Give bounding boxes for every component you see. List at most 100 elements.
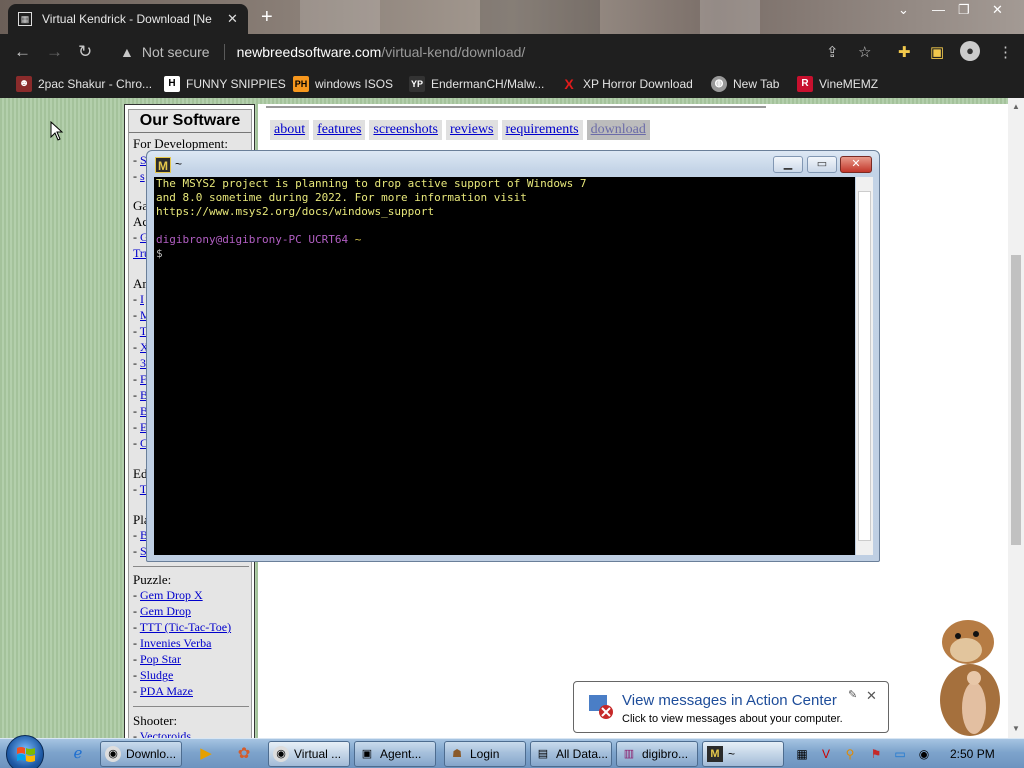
taskbar-clock[interactable]: 2:50 PM (950, 747, 995, 761)
sidebar-link[interactable]: Pop Star (140, 652, 181, 666)
sidebar-link[interactable]: I (140, 292, 144, 306)
new-tab-icon[interactable]: + (261, 6, 273, 29)
bookmark-label: EndermanCH/Malw... (431, 77, 545, 91)
bookmark-item[interactable]: R VineMEMZ (797, 76, 878, 92)
url-omnibox[interactable]: ▲ Not secure newbreedsoftware.com /virtu… (108, 38, 888, 66)
media-player-icon[interactable]: ▶ (196, 744, 216, 764)
tab-search-icon[interactable]: ⌄ (898, 2, 909, 18)
pin-icon[interactable]: ✎ (848, 688, 857, 701)
taskbar-button-virtual[interactable]: ◉ Virtual ... (268, 741, 350, 767)
nav-link-screenshots[interactable]: screenshots (369, 120, 442, 140)
extensions-icon[interactable]: ✚ (898, 43, 911, 61)
nav-link-features[interactable]: features (313, 120, 366, 140)
page-scrollbar[interactable]: ▲ ▼ (1008, 98, 1024, 738)
bookmark-item[interactable]: PH windows ISOS (293, 76, 393, 92)
bookmark-label: XP Horror Download (583, 77, 693, 91)
reload-icon[interactable]: ↻ (78, 42, 92, 62)
bookmark-label: 2pac Shakur - Chro... (38, 77, 153, 91)
prompt-symbol: $ (156, 247, 163, 260)
network-icon[interactable]: ▭ (892, 746, 908, 762)
mouse-cursor-icon (50, 121, 64, 141)
nav-link-about[interactable]: about (270, 120, 310, 140)
share-icon[interactable]: ⇪ (826, 43, 839, 61)
terminal-close-button[interactable]: ✕ (840, 156, 872, 173)
browser-tab[interactable]: ▦ Virtual Kendrick - Download [Ne ✕ (8, 4, 248, 34)
taskbar-button-label: digibro... (642, 747, 689, 761)
sidebar-link[interactable]: TTT (Tic-Tac-Toe) (140, 620, 231, 634)
forward-icon[interactable]: → (46, 42, 63, 62)
prompt-env: UCRT64 (308, 233, 349, 246)
terminal-output[interactable]: The MSYS2 project is planning to drop ac… (154, 177, 855, 555)
not-secure-label[interactable]: Not secure (142, 44, 210, 60)
taskbar-button-login[interactable]: ☗ Login (444, 741, 526, 767)
volume-icon[interactable]: ◉ (916, 746, 932, 762)
bookmark-item[interactable]: ☻ 2pac Shakur - Chro... (16, 76, 152, 92)
terminal-minimize-button[interactable]: ▁ (773, 156, 803, 173)
tray-app-icon[interactable]: ▦ (794, 746, 810, 762)
bookmark-label: VineMEMZ (819, 77, 879, 91)
bookmark-item[interactable]: X XP Horror Download (561, 76, 693, 92)
tray-v-icon[interactable]: V (818, 746, 834, 762)
sidebar-link[interactable]: Gem Drop X (140, 588, 203, 602)
nav-link-reviews[interactable]: reviews (445, 120, 498, 140)
person-icon: ☻ (16, 76, 32, 92)
taskbar-button-agent[interactable]: ▣ Agent... (354, 741, 436, 767)
back-icon[interactable]: ← (14, 42, 31, 62)
sidebar-link[interactable]: Gem Drop (140, 604, 191, 618)
taskbar-button-terminal[interactable]: M ~ (702, 741, 784, 767)
content-rule (266, 106, 766, 108)
nav-link-download[interactable]: download (586, 120, 650, 140)
bookmark-item[interactable]: ◍ New Tab (711, 76, 779, 92)
omnibox-divider (223, 44, 225, 60)
sidebar-link[interactable]: Invenies Verba (140, 636, 211, 650)
action-center-flag-icon[interactable]: ⚑ (868, 746, 884, 762)
scroll-up-icon[interactable]: ▲ (1012, 102, 1020, 111)
taskbar-button-download[interactable]: ◉ Downlo... (100, 741, 182, 767)
msys2-terminal-window[interactable]: M ~ ▁ ▭ ✕ The MSYS2 project is planning … (146, 150, 880, 562)
windows-taskbar: ℯ ◉ Downlo... ▶ ✿ ◉ Virtual ... ▣ Agent.… (0, 735, 1024, 768)
notification-close-icon[interactable]: ✕ (866, 688, 877, 704)
bookmark-item[interactable]: YP EndermanCH/Malw... (409, 76, 544, 92)
yp-icon: YP (409, 76, 425, 92)
taskbar-button-digibrony[interactable]: ▥ digibro... (616, 741, 698, 767)
msys2-icon: M (155, 157, 171, 173)
terminal-scroll-thumb[interactable] (858, 191, 871, 541)
terminal-scrollbar[interactable] (856, 177, 873, 555)
sidebar-link[interactable]: Sludge (140, 668, 173, 682)
action-center-flag-icon (589, 695, 613, 719)
scrollbar-thumb[interactable] (1011, 255, 1021, 545)
side-panel-icon[interactable]: ▣ (930, 43, 944, 61)
sidebar-divider (133, 566, 249, 567)
app-icon[interactable]: ✿ (234, 744, 254, 764)
start-button[interactable] (6, 735, 44, 768)
url-host: newbreedsoftware.com (236, 44, 382, 60)
sidebar-link[interactable]: s (140, 169, 145, 183)
taskbar-button-all-data[interactable]: ▤ All Data... (530, 741, 612, 767)
tab-close-icon[interactable]: ✕ (227, 11, 238, 27)
bookmark-item[interactable]: H FUNNY SNIPPIES (164, 76, 286, 92)
notification-subtitle: Click to view messages about your comput… (622, 713, 843, 725)
bookmark-label: New Tab (733, 77, 780, 91)
minimize-icon[interactable]: — (932, 2, 945, 17)
ph-icon: PH (293, 76, 309, 92)
bookmark-label: FUNNY SNIPPIES (186, 77, 286, 91)
menu-kebab-icon[interactable]: ⋮ (998, 43, 1013, 61)
internet-explorer-icon[interactable]: ℯ (68, 744, 88, 764)
action-center-notification[interactable]: View messages in Action Center Click to … (573, 681, 889, 733)
sidebar-link[interactable]: PDA Maze (140, 684, 193, 698)
scroll-down-icon[interactable]: ▼ (1012, 724, 1020, 733)
category-label: Puzzle: (133, 572, 172, 587)
close-icon[interactable]: ✕ (992, 2, 1003, 18)
h-icon: H (164, 76, 180, 92)
profile-avatar-icon[interactable]: ● (960, 41, 980, 61)
warning-icon[interactable]: ▲ (120, 44, 134, 60)
terminal-maximize-button[interactable]: ▭ (807, 156, 837, 173)
nav-link-requirements[interactable]: requirements (501, 120, 583, 140)
bookmark-star-icon[interactable]: ☆ (858, 43, 871, 61)
prompt-user: digibrony@digibrony-PC (156, 233, 302, 246)
restore-icon[interactable]: ❐ (958, 2, 970, 18)
tab-title: Virtual Kendrick - Download [Ne (42, 12, 212, 26)
tray-search-icon[interactable]: ⚲ (842, 746, 858, 762)
page-favicon-icon: ▦ (18, 12, 32, 26)
notification-title[interactable]: View messages in Action Center (622, 692, 837, 709)
